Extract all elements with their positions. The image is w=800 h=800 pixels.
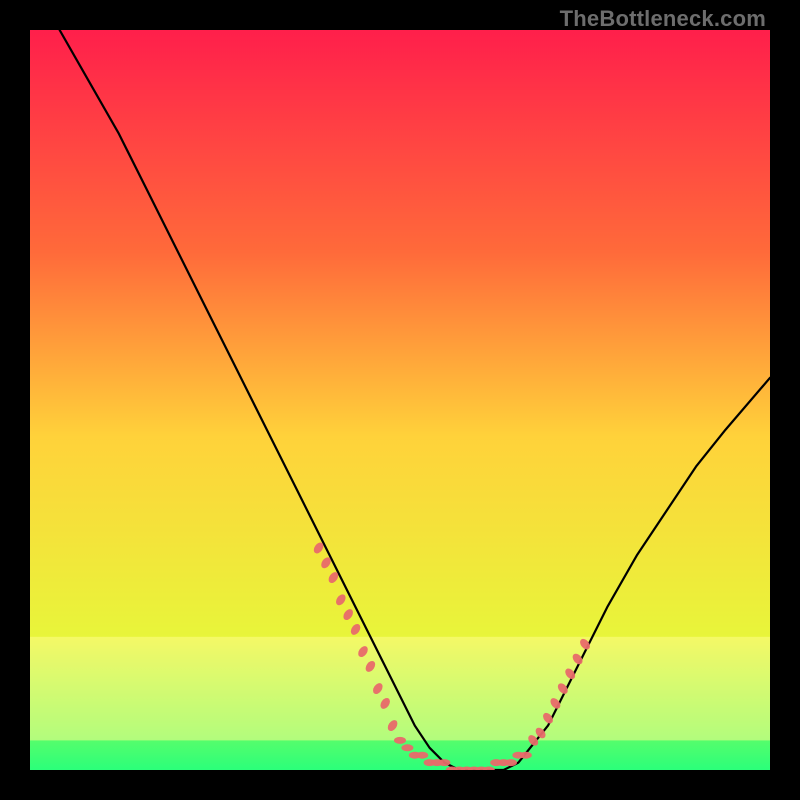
data-marker: [520, 752, 532, 759]
data-marker: [438, 759, 450, 766]
data-marker: [401, 744, 413, 751]
bottleneck-chart: [30, 30, 770, 770]
plot-frame: [30, 30, 770, 770]
data-marker: [505, 759, 517, 766]
watermark-text: TheBottleneck.com: [560, 6, 766, 32]
data-marker: [416, 752, 428, 759]
data-marker: [394, 737, 406, 744]
highlight-band: [30, 637, 770, 741]
